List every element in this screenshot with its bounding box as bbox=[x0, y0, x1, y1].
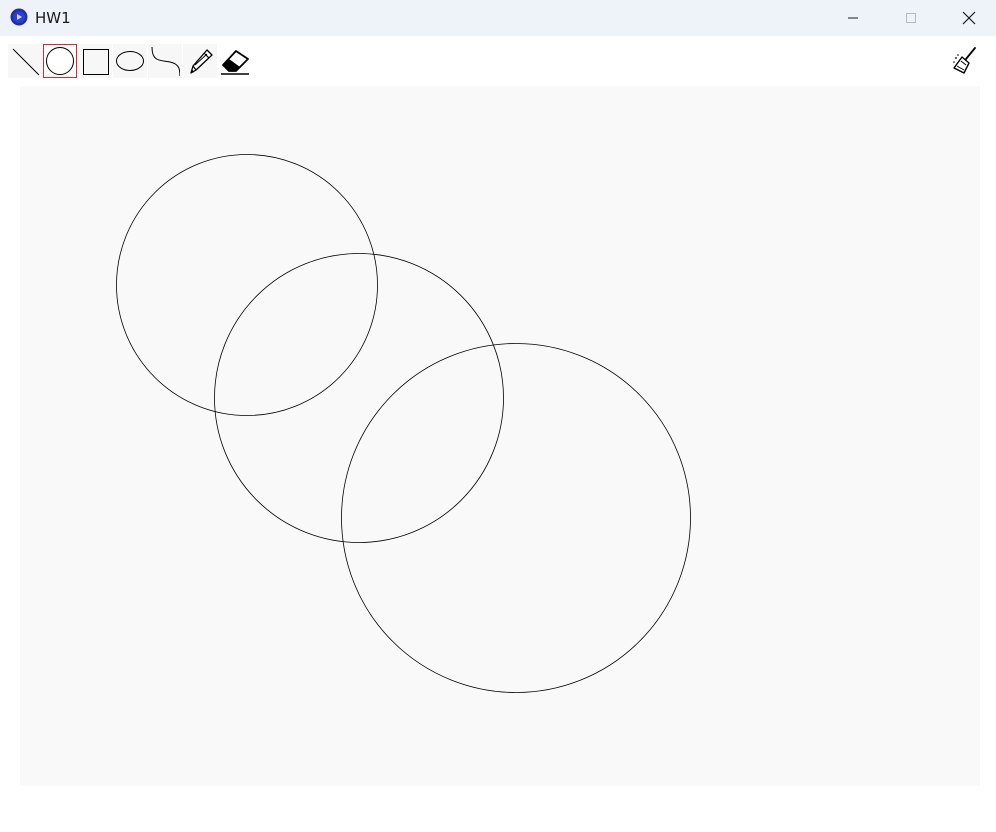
curve-icon bbox=[151, 46, 180, 76]
app-icon bbox=[10, 8, 28, 26]
curve-tool-button[interactable] bbox=[148, 44, 182, 78]
drawn-circle bbox=[116, 154, 378, 416]
line-tool-button[interactable] bbox=[8, 44, 42, 78]
window-title: HW1 bbox=[35, 9, 71, 27]
line-icon bbox=[12, 48, 40, 76]
title-bar[interactable]: HW1 bbox=[0, 0, 996, 36]
close-button[interactable] bbox=[940, 0, 996, 36]
drawn-circle bbox=[341, 343, 691, 693]
drawn-circle bbox=[214, 253, 504, 543]
circle-tool-button[interactable] bbox=[43, 44, 77, 78]
eraser-tool-button[interactable] bbox=[218, 44, 252, 78]
rectangle-tool-button[interactable] bbox=[78, 44, 112, 78]
rectangle-icon bbox=[83, 49, 109, 75]
close-icon bbox=[962, 11, 976, 25]
app-window: HW1 bbox=[0, 0, 996, 832]
pencil-tool-button[interactable] bbox=[183, 44, 217, 78]
maximize-button[interactable] bbox=[882, 0, 940, 36]
minimize-icon bbox=[848, 17, 858, 19]
minimize-button[interactable] bbox=[824, 0, 882, 36]
pencil-icon bbox=[190, 49, 213, 74]
ellipse-tool-button[interactable] bbox=[113, 44, 147, 78]
maximize-icon bbox=[906, 13, 916, 23]
drawing-canvas[interactable] bbox=[20, 86, 980, 786]
clear-canvas-button[interactable] bbox=[948, 44, 982, 78]
broom-icon bbox=[953, 47, 976, 74]
toolbar bbox=[0, 36, 996, 86]
canvas-drawing bbox=[116, 154, 691, 693]
ellipse-icon bbox=[116, 51, 144, 71]
circle-icon bbox=[46, 47, 74, 75]
eraser-icon bbox=[221, 50, 249, 75]
